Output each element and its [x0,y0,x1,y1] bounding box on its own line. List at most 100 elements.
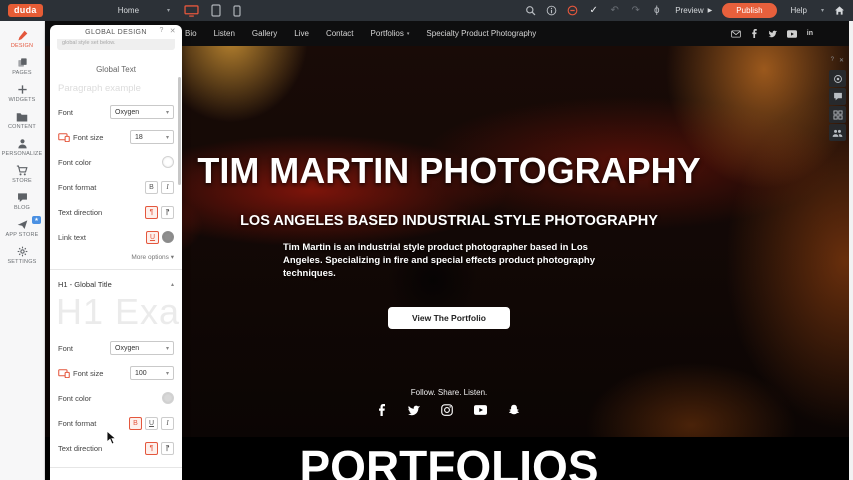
font-size-value: 18 [135,134,143,141]
h1-bold-button[interactable]: B [129,417,142,430]
more-options-link[interactable]: More options ▾ [58,253,174,261]
close-icon[interactable]: ✕ [839,57,844,64]
desktop-preview-button[interactable] [184,5,199,17]
h1-section-header[interactable]: H1 - Global Title ▴ [58,280,174,289]
gear-icon [17,246,28,257]
sidebar-item-label: PERSONALIZE [2,151,43,157]
preview-scrollbar[interactable] [849,21,853,480]
page-selector[interactable]: Home ▾ [118,6,170,15]
font-color-label: Font color [58,158,91,167]
sidebar-item-design[interactable]: DESIGN [0,26,44,53]
h1-font-select[interactable]: Oxygen ▾ [110,341,174,355]
bold-button[interactable]: B [145,181,158,194]
undo-button[interactable]: ↶ [604,5,625,16]
plus-icon [17,84,28,95]
help-icon[interactable]: ? [831,57,834,64]
font-size-label: Font size [73,133,103,142]
info-button[interactable] [541,5,562,16]
star-icon: ★ [34,217,38,223]
collaboration-tool-button[interactable] [829,124,846,141]
ltr-button[interactable]: ¶ [145,206,158,219]
italic-button[interactable]: I [161,181,174,194]
instagram-icon[interactable] [441,404,453,416]
snapchat-icon[interactable] [508,404,520,416]
people-icon [832,128,843,138]
link-color-swatch[interactable] [162,231,174,243]
site-nav-contact[interactable]: Contact [326,29,354,38]
font-format-row: Font format B I [58,180,174,194]
email-icon[interactable] [731,30,741,38]
device-preview-switch [184,4,241,17]
sidebar-item-pages[interactable]: PAGES [0,53,44,80]
twitter-icon[interactable] [768,30,777,38]
search-icon [525,5,536,16]
responsive-icon [58,369,70,378]
youtube-icon[interactable] [474,405,487,415]
h1-font-format-label: Font format [58,419,96,428]
lens-icon [833,74,843,84]
sidebar-item-label: BLOG [14,205,30,211]
link-underline-button[interactable]: U [146,231,159,244]
site-nav-bio[interactable]: Bio [185,29,197,38]
panel-help-button[interactable]: ? [159,27,163,35]
sidebar-item-personalize[interactable]: PERSONALIZE [0,134,44,161]
panel-close-button[interactable]: ✕ [170,27,176,35]
sections-tool-button[interactable] [829,106,846,123]
panel-scrollbar[interactable] [178,77,181,185]
sidebar-item-label: CONTENT [8,124,36,130]
publish-button[interactable]: Publish [722,3,776,18]
hero-paragraph[interactable]: Tim Martin is an industrial style produc… [283,242,615,280]
chevron-down-icon: ▾ [167,7,170,14]
h1-ltr-button[interactable]: ¶ [145,442,158,455]
rtl-button[interactable]: ¶ [161,206,174,219]
site-nav-portfolios[interactable]: Portfolios ▾ [371,29,410,38]
info-icon [546,5,557,16]
site-nav-gallery[interactable]: Gallery [252,29,277,38]
twitter-icon[interactable] [407,405,420,416]
redo-button[interactable]: ↷ [625,5,646,16]
grid-icon [833,110,843,120]
dashboard-home-button[interactable] [834,5,845,16]
h1-font-row: Font Oxygen ▾ [58,341,174,355]
facebook-icon[interactable] [751,29,758,38]
h1-font-size-select[interactable]: 100 ▾ [130,366,174,380]
sidebar-item-settings[interactable]: SETTINGS [0,242,44,269]
chat-bubble-icon [17,192,28,203]
chevron-down-icon: ▾ [166,134,169,141]
h1-font-color-label: Font color [58,394,91,403]
view-portfolio-button[interactable]: View The Portfolio [388,307,510,329]
help-menu[interactable]: Help ▾ [791,6,824,15]
person-icon [17,138,28,149]
youtube-icon[interactable] [787,30,797,38]
save-confirm-button[interactable]: ✓ [583,5,604,16]
h1-font-color-swatch[interactable] [162,392,174,404]
h1-italic-button[interactable]: I [161,417,174,430]
font-size-select[interactable]: 18 ▾ [130,130,174,144]
facebook-icon[interactable] [378,404,386,416]
mobile-preview-button[interactable] [233,5,241,17]
sidebar-item-widgets[interactable]: WIDGETS [0,80,44,107]
site-nav-live[interactable]: Live [294,29,309,38]
font-select[interactable]: Oxygen ▾ [110,105,174,119]
sidebar-item-content[interactable]: CONTENT [0,107,44,134]
cart-icon [16,165,28,176]
linkedin-icon[interactable]: in [807,30,813,37]
site-nav-specialty[interactable]: Specialty Product Photography [426,29,536,38]
search-button[interactable] [520,5,541,16]
screenshot-tool-button[interactable] [829,70,846,87]
h1-underline-button[interactable]: U [145,417,158,430]
site-nav-listen[interactable]: Listen [214,29,235,38]
mobile-icon [233,5,241,17]
sidebar-item-store[interactable]: STORE [0,161,44,188]
font-color-swatch[interactable] [162,156,174,168]
preview-button[interactable]: Preview ▶ [675,6,712,15]
tablet-preview-button[interactable] [211,4,221,17]
comments-tool-button[interactable] [829,88,846,105]
sidebar-item-blog[interactable]: BLOG [0,188,44,215]
h1-rtl-button[interactable]: ¶ [161,442,174,455]
sidebar-item-app-store[interactable]: ★ APP STORE [0,215,44,242]
feedback-button[interactable] [562,5,583,16]
dev-mode-button[interactable]: ɸ [646,5,667,16]
link-text-row: Link text U [58,230,174,244]
duda-logo[interactable]: duda [8,4,43,17]
